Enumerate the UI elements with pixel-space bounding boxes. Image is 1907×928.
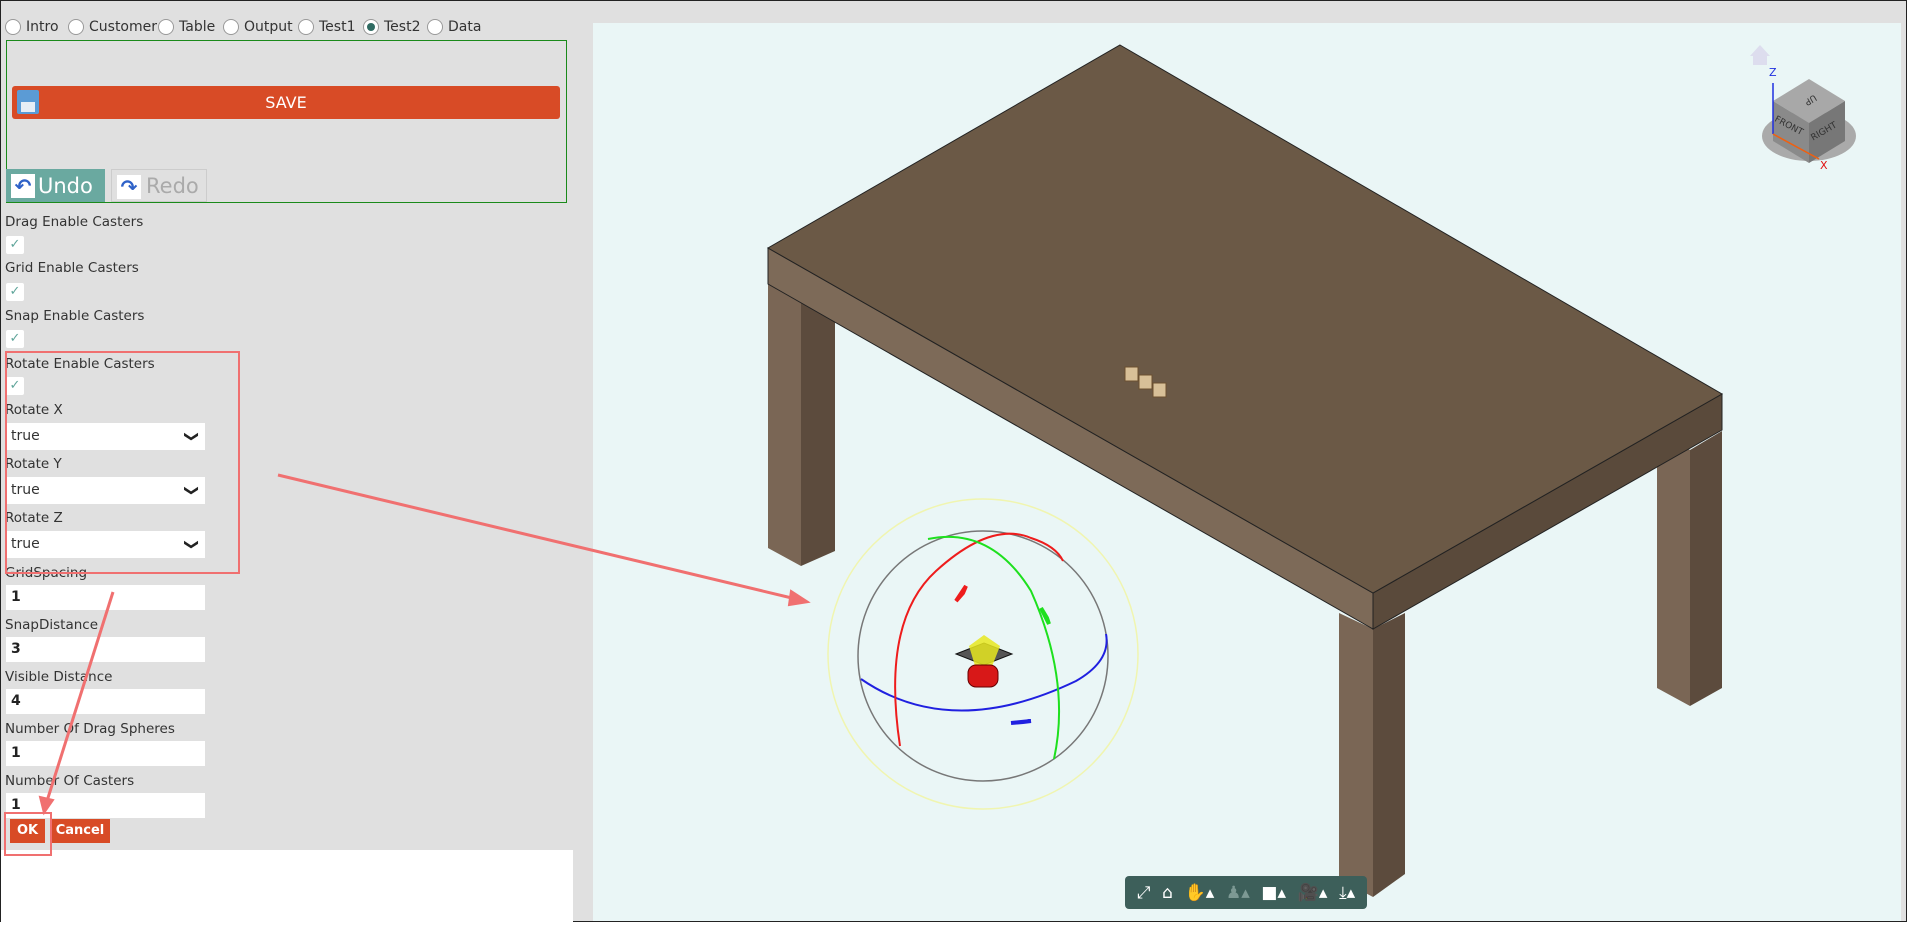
annotation-ok-highlight: [4, 812, 52, 856]
caster-wheel: [967, 664, 999, 688]
table-leg: [768, 284, 801, 566]
nav-home-icon[interactable]: [1750, 45, 1770, 65]
viewer-toolbar: ⤢ ⌂ ✋▴ ♟▴ ■▴ 🎥▴ ⤓▴: [1125, 876, 1367, 909]
app-window: Intro Customer Table Output Test1 Test2 …: [0, 0, 1907, 922]
pan-hand-icon[interactable]: ✋▴: [1185, 883, 1215, 903]
x-axis-label: X: [1820, 159, 1828, 172]
annotation-arrowhead: [787, 589, 811, 607]
annotation-arrowhead: [38, 795, 55, 816]
table-leg: [1373, 613, 1405, 897]
download-icon[interactable]: ⤓▴: [1339, 883, 1355, 903]
z-handle[interactable]: [1010, 719, 1032, 725]
table-model[interactable]: [766, 44, 1724, 897]
x-handle[interactable]: [954, 584, 968, 603]
table-leg: [801, 284, 835, 566]
annotation-highlight-box: [5, 351, 240, 574]
nav-cube[interactable]: Z X UP FRONT RIGHT: [1750, 45, 1856, 172]
rotate-gizmo[interactable]: [827, 498, 1139, 810]
home-icon[interactable]: ⌂: [1162, 883, 1173, 903]
z-axis-label: Z: [1769, 66, 1777, 79]
annotations: [4, 351, 811, 856]
camera-icon[interactable]: 🎥▴: [1298, 883, 1328, 903]
annotation-arrow: [277, 473, 797, 601]
cube-view-icon[interactable]: ■▴: [1261, 883, 1286, 903]
drag-handle[interactable]: [969, 635, 1000, 669]
walk-person-icon[interactable]: ♟▴: [1226, 883, 1250, 903]
fullscreen-icon[interactable]: ⤢: [1137, 883, 1151, 903]
table-leg: [1657, 431, 1690, 706]
table-leg: [1339, 613, 1373, 897]
scene-overlay: Z X UP FRONT RIGHT: [4, 44, 1856, 897]
annotation-arrow: [45, 591, 115, 802]
table-leg: [1690, 431, 1722, 706]
